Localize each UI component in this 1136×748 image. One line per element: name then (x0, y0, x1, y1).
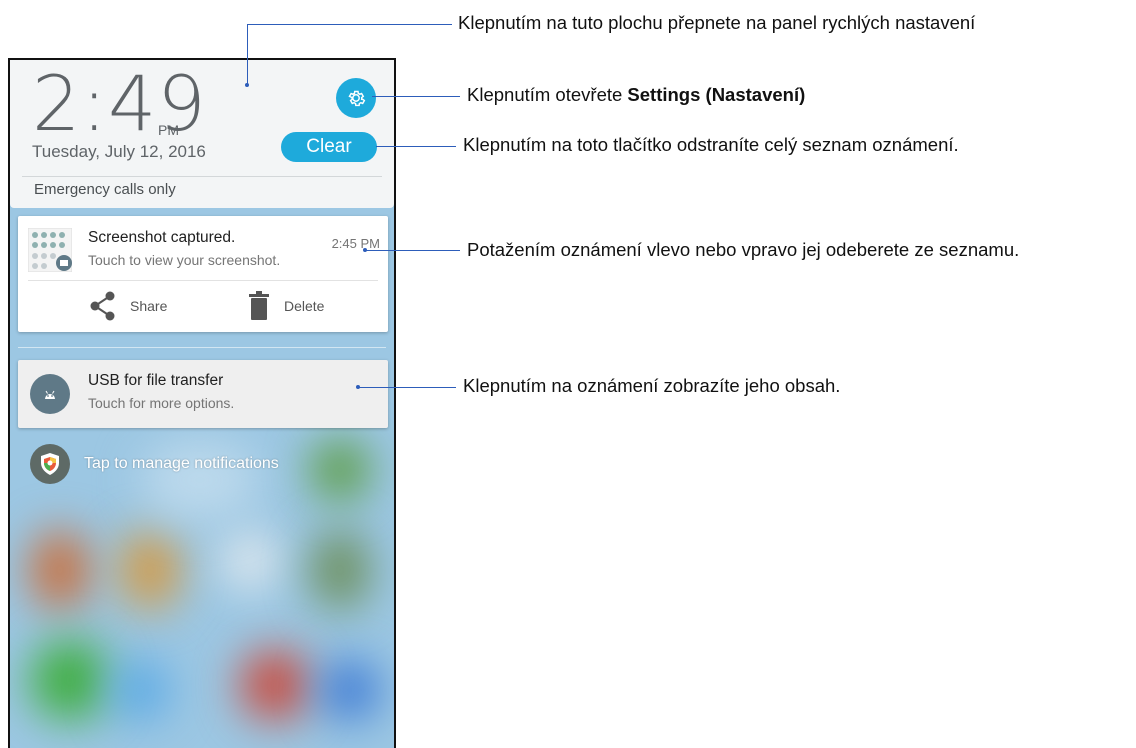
screenshot-thumbnail-icon (28, 228, 72, 272)
manage-notifications[interactable]: Tap to manage notifications (30, 444, 279, 484)
callout-settings-prefix: Klepnutím otevřete (467, 84, 628, 105)
notification-header[interactable]: 2:49 PM Tuesday, July 12, 2016 Clear Eme… (10, 60, 394, 208)
notification-screenshot[interactable]: Screenshot captured. Touch to view your … (18, 216, 388, 332)
section-separator (18, 347, 386, 348)
shield-icon (30, 444, 70, 484)
callout-tap-text: Klepnutím na oznámení zobrazíte jeho obs… (463, 375, 841, 396)
callout-quick-settings-line (247, 24, 452, 25)
notification-title: USB for file transfer (88, 372, 224, 389)
delete-action[interactable]: Delete (248, 290, 324, 322)
callout-clear-text: Klepnutím na toto tlačítko odstraníte ce… (463, 134, 959, 155)
callout-swipe-text: Potažením oznámení vlevo nebo vpravo jej… (467, 239, 1020, 260)
clock-time: 2:49 (32, 59, 207, 148)
android-icon (30, 374, 70, 414)
notification-subtitle: Touch for more options. (88, 395, 235, 411)
gear-icon (348, 90, 366, 107)
emergency-calls-text: Emergency calls only (34, 181, 176, 198)
settings-button[interactable] (336, 78, 376, 118)
clock-ampm: PM (158, 122, 179, 138)
callout-swipe-line (365, 250, 460, 251)
callout-quick-settings-dot (245, 83, 249, 87)
date-text: Tuesday, July 12, 2016 (32, 142, 206, 161)
notification-usb[interactable]: USB for file transfer Touch for more opt… (18, 360, 388, 428)
clear-button[interactable]: Clear (281, 132, 377, 162)
trash-icon (249, 291, 269, 320)
callout-settings-text: Klepnutím otevřete Settings (Nastavení) (467, 84, 805, 106)
notification-subtitle: Touch to view your screenshot. (88, 252, 281, 268)
share-label: Share (130, 298, 168, 314)
share-icon (90, 291, 115, 321)
phone-screen: 2:49 PM Tuesday, July 12, 2016 Clear Eme… (8, 58, 396, 748)
manage-notifications-label: Tap to manage notifications (84, 455, 279, 472)
callout-settings-bold: Settings (Nastavení) (627, 84, 806, 105)
header-divider (22, 176, 382, 177)
delete-label: Delete (284, 298, 325, 314)
share-action[interactable]: Share (90, 290, 167, 322)
callout-quick-settings-text: Klepnutím na tuto plochu přepnete na pan… (458, 12, 976, 33)
callout-settings-line (372, 96, 460, 97)
notification-time: 2:45 PM (331, 236, 380, 251)
callout-clear-line (376, 146, 456, 147)
callout-quick-settings-vline (247, 24, 248, 84)
notification-title: Screenshot captured. (88, 229, 236, 246)
callout-tap-line (358, 387, 456, 388)
notification-divider (28, 280, 378, 281)
